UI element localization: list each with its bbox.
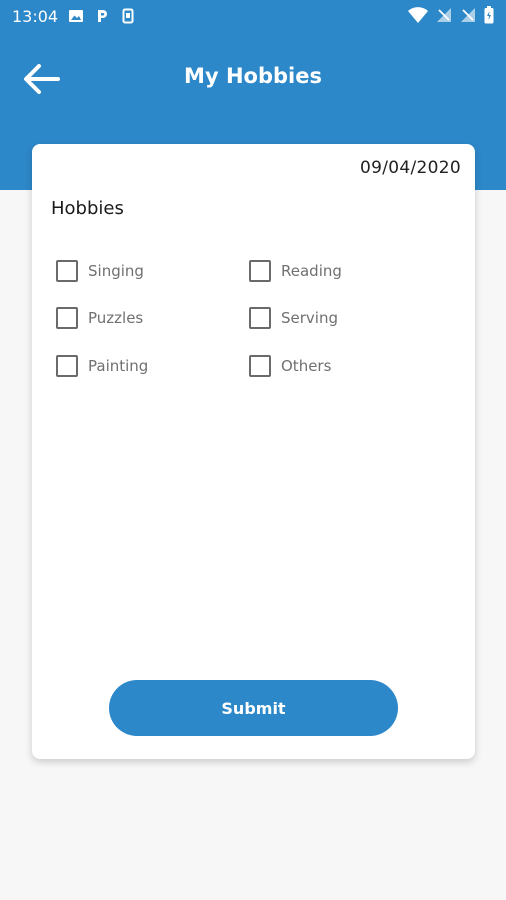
- hobby-checkbox-singing[interactable]: Singing: [56, 260, 144, 282]
- status-icons-right: [408, 6, 494, 24]
- hobby-label: Reading: [281, 262, 342, 280]
- image-icon: [69, 10, 83, 22]
- hobby-checkbox-reading[interactable]: Reading: [249, 260, 342, 282]
- submit-button[interactable]: Submit: [109, 680, 398, 736]
- page-title: My Hobbies: [184, 64, 322, 88]
- hobby-checkbox-puzzles[interactable]: Puzzles: [56, 307, 143, 329]
- hobby-label: Serving: [281, 309, 338, 327]
- hobby-checkbox-painting[interactable]: Painting: [56, 355, 148, 377]
- status-time: 13:04: [12, 7, 59, 26]
- battery-icon: [484, 6, 494, 24]
- hobby-label: Others: [281, 357, 332, 375]
- section-title: Hobbies: [51, 198, 124, 219]
- no-signal-icon: [437, 8, 451, 22]
- status-icons-left: [68, 8, 136, 24]
- status-bar: 13:04: [0, 0, 506, 32]
- checkbox-icon[interactable]: [56, 260, 78, 282]
- no-signal-icon: [461, 8, 475, 22]
- hobby-checkbox-serving[interactable]: Serving: [249, 307, 338, 329]
- hobby-label: Painting: [88, 357, 149, 375]
- wifi-icon: [408, 7, 428, 23]
- checkbox-icon[interactable]: [56, 307, 78, 329]
- checkbox-icon[interactable]: [249, 260, 271, 282]
- hobby-label: Puzzles: [88, 309, 144, 327]
- checkbox-icon[interactable]: [56, 355, 78, 377]
- card-date: 09/04/2020: [360, 158, 461, 178]
- hobby-label: Singing: [88, 262, 144, 280]
- app-bar: My Hobbies: [0, 50, 506, 110]
- hobby-checkbox-others[interactable]: Others: [249, 355, 331, 377]
- checkbox-icon[interactable]: [249, 355, 271, 377]
- checkbox-icon[interactable]: [249, 307, 271, 329]
- parking-icon: [98, 10, 107, 22]
- hobbies-card: 09/04/2020 Hobbies Singing Reading Puzzl…: [32, 144, 475, 759]
- sim-icon: [122, 8, 134, 24]
